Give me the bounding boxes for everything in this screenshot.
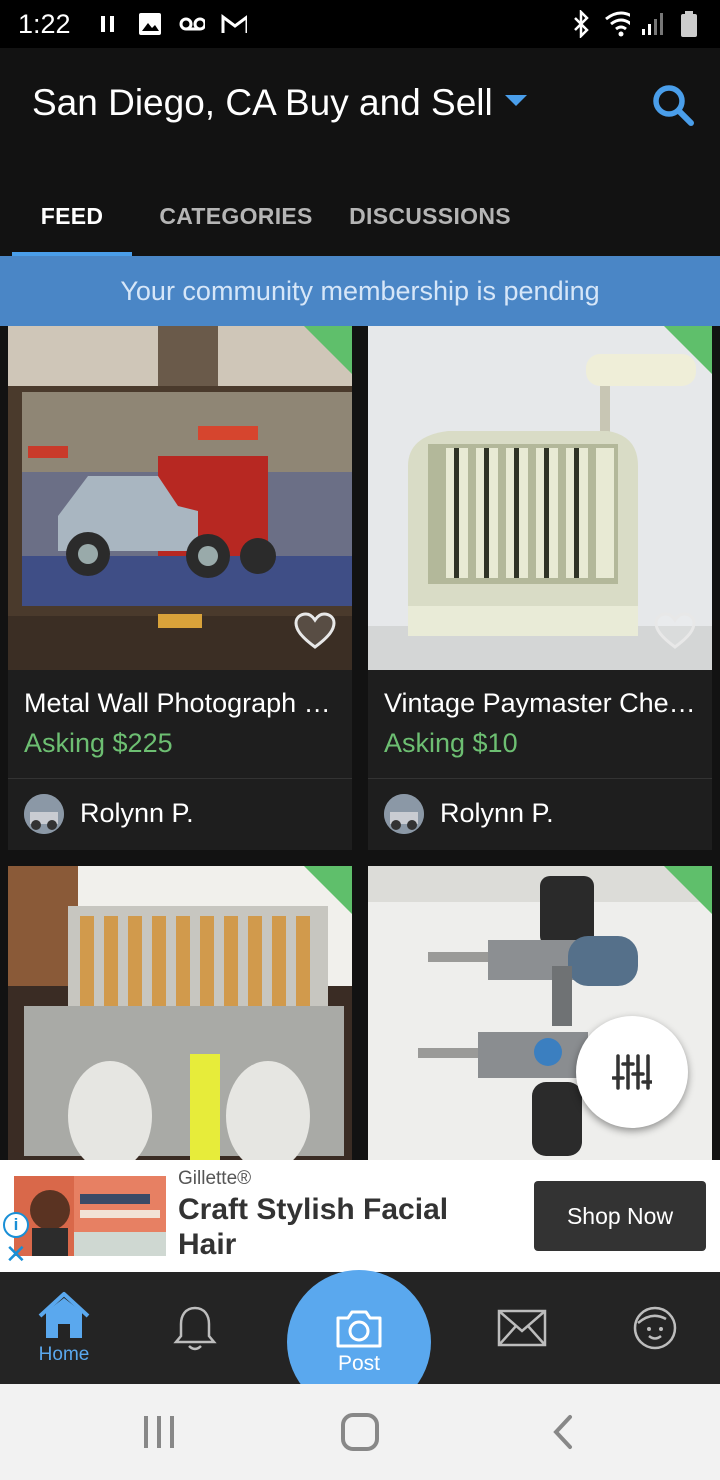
listing-card[interactable]: Metal Wall Photograph … Asking $225 Roly… bbox=[8, 326, 352, 850]
shop-now-button[interactable]: Shop Now bbox=[534, 1181, 706, 1251]
nav-notifications[interactable] bbox=[160, 1272, 230, 1384]
sliders-icon bbox=[612, 1054, 652, 1090]
image-icon bbox=[137, 11, 163, 37]
search-button[interactable] bbox=[650, 82, 696, 128]
back-button[interactable] bbox=[548, 1414, 578, 1455]
ad-brand: Gillette® bbox=[178, 1168, 252, 1189]
page-title: San Diego, CA Buy and Sell bbox=[32, 82, 493, 123]
listing-title: Metal Wall Photograph … bbox=[24, 688, 331, 718]
voicemail-icon bbox=[179, 11, 205, 37]
profile-icon bbox=[633, 1306, 677, 1350]
heart-icon[interactable] bbox=[654, 612, 696, 650]
wifi-icon bbox=[604, 11, 630, 37]
listing-card[interactable] bbox=[8, 866, 352, 1160]
new-listing-badge bbox=[664, 326, 712, 374]
listing-image[interactable] bbox=[8, 866, 352, 1160]
nav-profile[interactable] bbox=[620, 1272, 690, 1384]
pause-icon bbox=[95, 11, 121, 37]
recents-icon bbox=[144, 1416, 174, 1448]
mail-icon bbox=[497, 1309, 547, 1347]
new-listing-badge bbox=[664, 866, 712, 914]
divider bbox=[8, 778, 352, 779]
ad-headline[interactable]: Craft Stylish Facial Hair bbox=[178, 1192, 508, 1262]
status-bar: 1:22 bbox=[0, 0, 720, 48]
avatar[interactable] bbox=[384, 794, 424, 834]
search-icon bbox=[653, 85, 694, 126]
tab-feed[interactable]: FEED bbox=[12, 176, 132, 256]
home-icon bbox=[38, 1292, 90, 1338]
community-selector[interactable]: San Diego, CA Buy and Sell bbox=[32, 82, 527, 124]
status-time: 1:22 bbox=[18, 8, 71, 39]
divider bbox=[368, 778, 712, 779]
listing-price: Asking $225 bbox=[24, 728, 173, 758]
post-label: Post bbox=[337, 1352, 381, 1375]
avatar[interactable] bbox=[24, 794, 64, 834]
membership-pending-banner: Your community membership is pending bbox=[0, 256, 720, 326]
tab-bar: FEED CATEGORIES DISCUSSIONS bbox=[12, 176, 520, 256]
ad-image[interactable] bbox=[14, 1176, 166, 1256]
recent-apps-button[interactable] bbox=[140, 1414, 178, 1455]
signal-icon bbox=[640, 11, 666, 37]
gmail-icon bbox=[221, 11, 247, 37]
listing-image[interactable] bbox=[368, 326, 712, 670]
filter-button[interactable] bbox=[576, 1016, 688, 1128]
new-listing-badge bbox=[304, 866, 352, 914]
close-icon[interactable]: ✕ bbox=[5, 1241, 29, 1267]
bell-icon bbox=[173, 1306, 217, 1351]
new-listing-badge bbox=[304, 326, 352, 374]
battery-icon bbox=[676, 11, 702, 37]
seller-name[interactable]: Rolynn P. bbox=[80, 798, 194, 829]
listing-card[interactable]: Vintage Paymaster Che… Asking $10 Rolynn… bbox=[368, 326, 712, 850]
chevron-down-icon bbox=[504, 94, 527, 106]
home-circle-icon bbox=[341, 1413, 379, 1451]
home-system-button[interactable] bbox=[340, 1412, 380, 1457]
nav-home[interactable]: Home bbox=[20, 1272, 108, 1384]
seller-name[interactable]: Rolynn P. bbox=[440, 798, 554, 829]
tab-discussions[interactable]: DISCUSSIONS bbox=[340, 176, 520, 256]
tab-categories[interactable]: CATEGORIES bbox=[132, 176, 340, 256]
app-header: San Diego, CA Buy and Sell FEED CATEGORI… bbox=[0, 48, 720, 256]
nav-home-label: Home bbox=[38, 1344, 90, 1365]
nav-messages[interactable] bbox=[486, 1272, 558, 1384]
heart-icon[interactable] bbox=[294, 612, 336, 650]
listing-image[interactable] bbox=[8, 326, 352, 670]
back-icon bbox=[553, 1415, 572, 1449]
camera-icon bbox=[336, 1310, 382, 1348]
bluetooth-icon bbox=[568, 10, 594, 38]
listing-title: Vintage Paymaster Che… bbox=[384, 688, 696, 718]
info-icon[interactable]: i bbox=[3, 1212, 29, 1238]
ad-banner[interactable]: i ✕ Gillette® Craft Stylish Facial Hair … bbox=[0, 1160, 720, 1272]
system-nav-bar bbox=[0, 1384, 720, 1480]
listing-price: Asking $10 bbox=[384, 728, 518, 758]
